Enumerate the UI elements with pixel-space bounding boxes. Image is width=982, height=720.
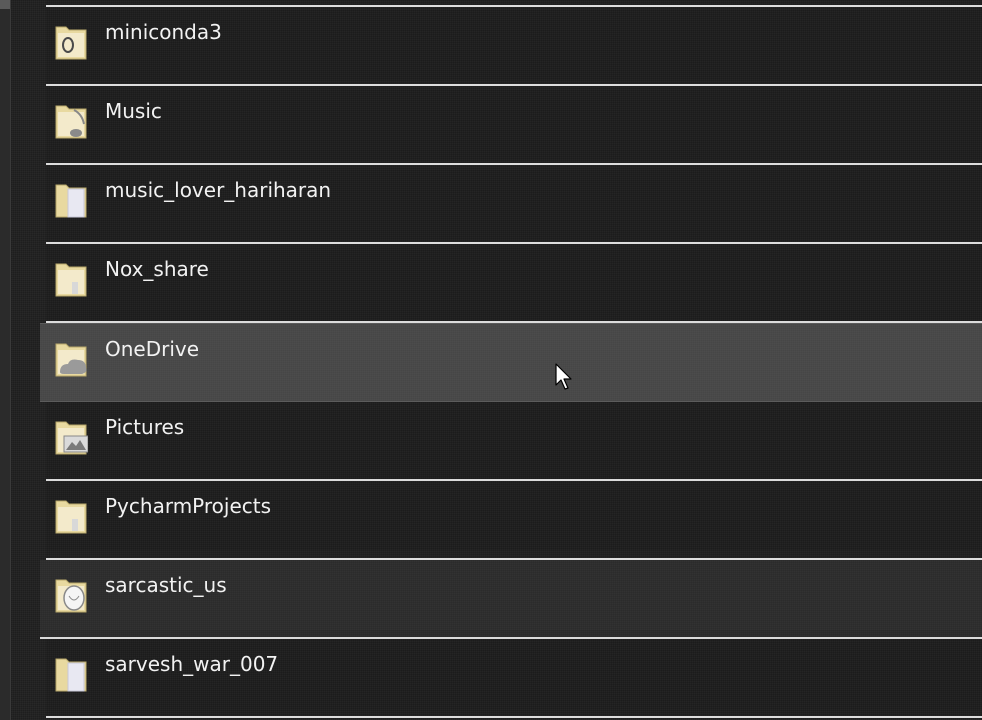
folder-icon xyxy=(55,26,87,60)
folder-icon xyxy=(55,658,87,692)
folder-icon xyxy=(55,105,87,139)
folder-name: PycharmProjects xyxy=(105,494,272,518)
folder-icon xyxy=(55,343,87,377)
folder-name: Pictures xyxy=(105,415,185,439)
folder-icon xyxy=(55,263,87,297)
folder-name: Nox_share xyxy=(105,257,209,281)
folder-row-music-lover[interactable]: music_lover_hariharan xyxy=(46,165,982,244)
folder-row-onedrive[interactable]: OneDrive xyxy=(40,323,982,402)
folder-icon xyxy=(55,421,88,455)
folder-row-sarcastic-us[interactable]: sarcastic_us xyxy=(40,560,982,639)
folder-name: Music xyxy=(105,99,162,123)
folder-name: music_lover_hariharan xyxy=(105,178,332,202)
folder-icon xyxy=(55,184,87,218)
folder-row-partial[interactable] xyxy=(46,0,982,7)
folder-list: miniconda3 Music music_lover_hariharan N… xyxy=(0,0,982,718)
folder-row-music[interactable]: Music xyxy=(46,86,982,165)
folder-icon xyxy=(55,500,87,534)
folder-row-sarvesh-war[interactable]: sarvesh_war_007 xyxy=(46,639,982,718)
mouse-pointer-icon xyxy=(555,363,572,390)
folder-row-nox-share[interactable]: Nox_share xyxy=(46,244,982,323)
folder-icon xyxy=(55,579,87,613)
folder-name: sarcastic_us xyxy=(105,573,227,597)
folder-row-pictures[interactable]: Pictures xyxy=(46,402,982,481)
folder-row-pycharmprojects[interactable]: PycharmProjects xyxy=(46,481,982,560)
folder-name: OneDrive xyxy=(105,337,200,361)
folder-name: miniconda3 xyxy=(105,20,222,44)
folder-name: sarvesh_war_007 xyxy=(105,652,279,676)
folder-row-miniconda3[interactable]: miniconda3 xyxy=(46,7,982,86)
file-explorer-view: miniconda3 Music music_lover_hariharan N… xyxy=(0,0,982,720)
